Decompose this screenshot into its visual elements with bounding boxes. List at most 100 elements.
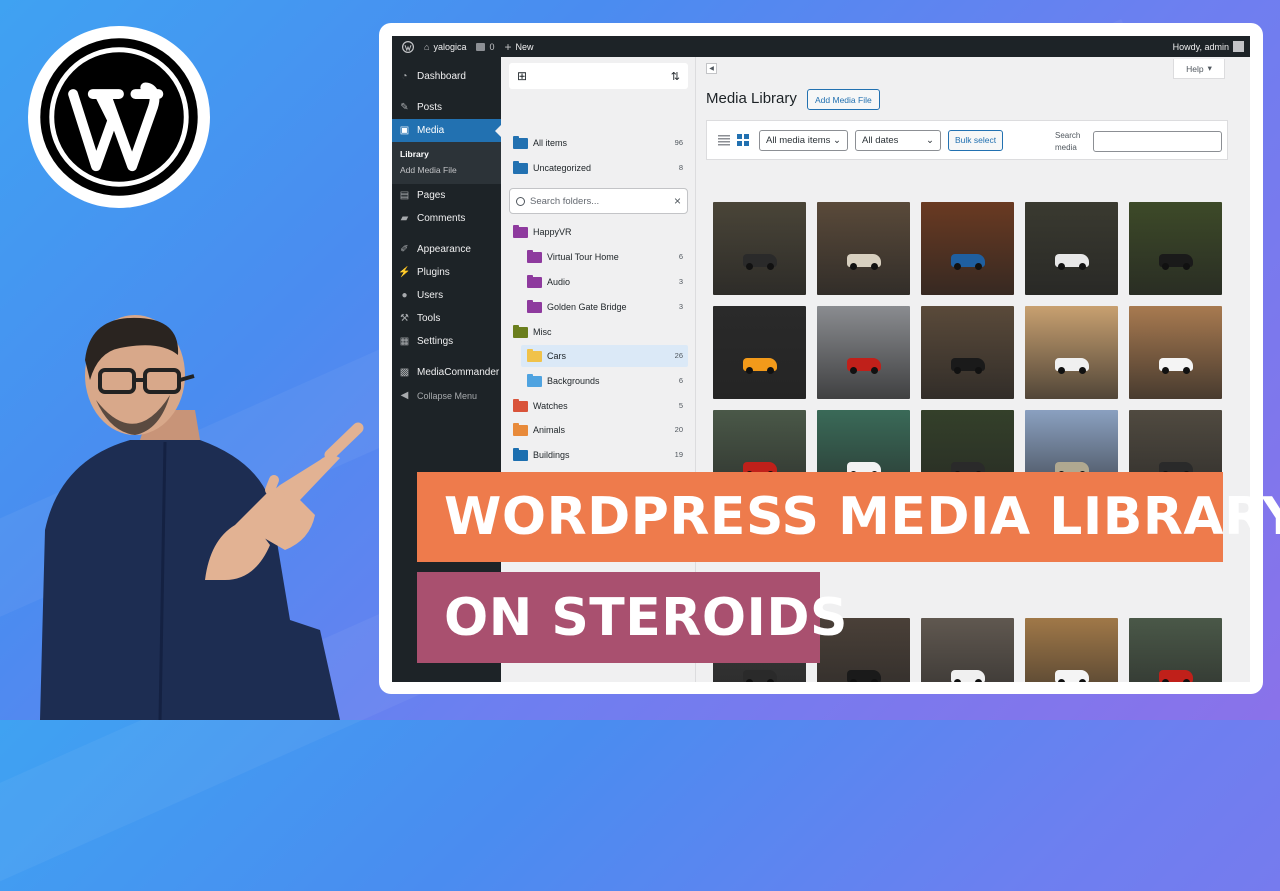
comment-icon: ▰ <box>400 213 409 224</box>
media-thumbnail[interactable] <box>713 306 806 399</box>
folder-icon <box>527 299 542 313</box>
folder-label: Virtual Tour Home <box>547 252 619 262</box>
new-folder-icon[interactable]: ⊞ <box>517 69 527 83</box>
wp-menu[interactable] <box>402 40 414 53</box>
folder-all-items[interactable]: All items <box>513 132 567 154</box>
media-thumbnail[interactable] <box>921 202 1014 295</box>
brush-icon: ✐ <box>400 244 409 255</box>
media-thumbnail[interactable] <box>1129 306 1222 399</box>
list-view-icon[interactable] <box>718 134 730 146</box>
admin-bar: ⌂ yalogica 0 + New Howdy, admin <box>392 36 1250 57</box>
presenter-photo <box>40 315 364 720</box>
help-tab[interactable]: Help ▾ <box>1173 59 1225 79</box>
folder-label: Backgrounds <box>547 376 600 386</box>
folder-item[interactable]: Golden Gate Bridge <box>527 296 627 318</box>
sidebar-item-plugins[interactable]: ⚡ Plugins <box>392 261 501 284</box>
folder-label: Cars <box>547 351 567 361</box>
folder-item[interactable]: Animals <box>513 419 565 441</box>
folder-icon <box>513 324 528 338</box>
search-icon <box>516 196 525 206</box>
folder-item[interactable]: Misc <box>513 321 552 343</box>
folder-item[interactable]: Audio <box>527 271 570 293</box>
folder-count: 20 <box>674 425 683 434</box>
filter-value: All media items <box>766 134 831 146</box>
sidebar-item-tools[interactable]: ⚒ Tools <box>392 307 501 330</box>
chevron-down-icon: ▾ <box>1207 63 1212 73</box>
media-icon: ▣ <box>399 125 410 136</box>
avatar <box>1233 41 1244 52</box>
sidebar-item-appearance[interactable]: ✐ Appearance <box>392 238 501 261</box>
sidebar-item-media[interactable]: ▣ Media <box>392 119 501 142</box>
folder-label: Animals <box>533 425 566 435</box>
collapse-menu-button[interactable]: ◀ Collapse Menu <box>392 384 501 407</box>
media-thumbnail[interactable] <box>1129 618 1222 682</box>
comments-link[interactable]: 0 <box>476 42 494 52</box>
new-content-link[interactable]: + New <box>504 40 533 54</box>
site-name: yalogica <box>433 41 467 52</box>
media-toolbar: All media items ⌄ All dates ⌄ Bulk select … <box>706 120 1228 160</box>
search-media-input[interactable] <box>1093 131 1222 152</box>
collapse-icon: ◀ <box>400 390 409 401</box>
folder-item[interactable]: Virtual Tour Home <box>527 246 619 268</box>
sidebar-item-comments[interactable]: ▰ Comments <box>392 207 501 230</box>
media-thumbnail[interactable] <box>1025 202 1118 295</box>
media-submenu: Library Add Media File <box>392 142 501 184</box>
sidebar-item-label: Tools <box>417 313 441 324</box>
sidebar-item-users[interactable]: ● Users <box>392 284 501 307</box>
folder-icon <box>513 160 528 174</box>
folder-count: 96 <box>674 138 683 147</box>
car-shape <box>743 358 777 374</box>
sort-icon[interactable]: ⇅ <box>671 70 680 83</box>
folder-count: 19 <box>674 450 683 459</box>
car-shape <box>743 670 777 682</box>
folder-count: 3 <box>678 277 683 286</box>
folder-uncategorized[interactable]: Uncategorized <box>513 157 591 179</box>
sidebar-item-settings[interactable]: ▦ Settings <box>392 330 501 353</box>
folder-item[interactable]: Cars <box>527 345 566 367</box>
pin-icon: ✎ <box>400 102 409 113</box>
close-icon[interactable]: × <box>674 194 681 208</box>
sidebar-item-label: Dashboard <box>417 71 466 82</box>
car-shape <box>1159 254 1193 270</box>
media-thumbnail[interactable] <box>1129 202 1222 295</box>
folder-count: 6 <box>678 376 683 385</box>
sidebar-item-posts[interactable]: ✎ Posts <box>392 96 501 119</box>
submenu-add-media-file[interactable]: Add Media File <box>392 162 501 178</box>
car-shape <box>951 254 985 270</box>
media-thumbnail[interactable] <box>921 618 1014 682</box>
sidebar-item-pages[interactable]: ▤ Pages <box>392 184 501 207</box>
folder-icon <box>527 274 542 288</box>
folder-count: 5 <box>678 401 683 410</box>
grid-view-icon[interactable] <box>737 134 749 146</box>
car-shape <box>847 670 881 682</box>
media-thumbnail[interactable] <box>1025 618 1118 682</box>
media-thumbnail[interactable] <box>817 202 910 295</box>
site-link[interactable]: ⌂ yalogica <box>424 42 466 52</box>
media-type-filter[interactable]: All media items ⌄ <box>759 129 848 151</box>
account-menu[interactable]: Howdy, admin <box>1173 41 1244 52</box>
folder-item[interactable]: Buildings <box>513 444 570 466</box>
folder-label: Buildings <box>533 450 570 460</box>
media-thumbnail[interactable] <box>817 306 910 399</box>
folder-search-input[interactable]: Search folders... × <box>509 188 688 214</box>
add-media-file-button[interactable]: Add Media File <box>807 89 880 110</box>
sidebar-item-mediacommander[interactable]: ▩ MediaCommander <box>392 361 501 384</box>
car-shape <box>743 254 777 270</box>
folder-item[interactable]: Watches <box>513 395 568 417</box>
submenu-library[interactable]: Library <box>392 146 501 162</box>
media-thumbnail[interactable] <box>1025 306 1118 399</box>
car-shape <box>1055 254 1089 270</box>
folder-item[interactable]: Backgrounds <box>527 370 600 392</box>
search-media-label: Search media <box>1055 131 1081 152</box>
date-filter[interactable]: All dates ⌄ <box>855 129 941 151</box>
banner-line-2: ON STEROIDS <box>444 587 848 648</box>
collapse-folders-button[interactable]: ◀ <box>706 63 717 74</box>
media-thumbnail[interactable] <box>713 202 806 295</box>
dashboard-icon: ◔ <box>401 71 408 82</box>
banner-line-1: WORDPRESS MEDIA LIBRARY <box>444 487 1280 547</box>
car-shape <box>847 358 881 374</box>
media-thumbnail[interactable] <box>921 306 1014 399</box>
sidebar-item-dashboard[interactable]: ◔ Dashboard <box>392 65 501 88</box>
bulk-select-button[interactable]: Bulk select <box>948 129 1004 151</box>
folder-item[interactable]: HappyVR <box>513 221 572 243</box>
